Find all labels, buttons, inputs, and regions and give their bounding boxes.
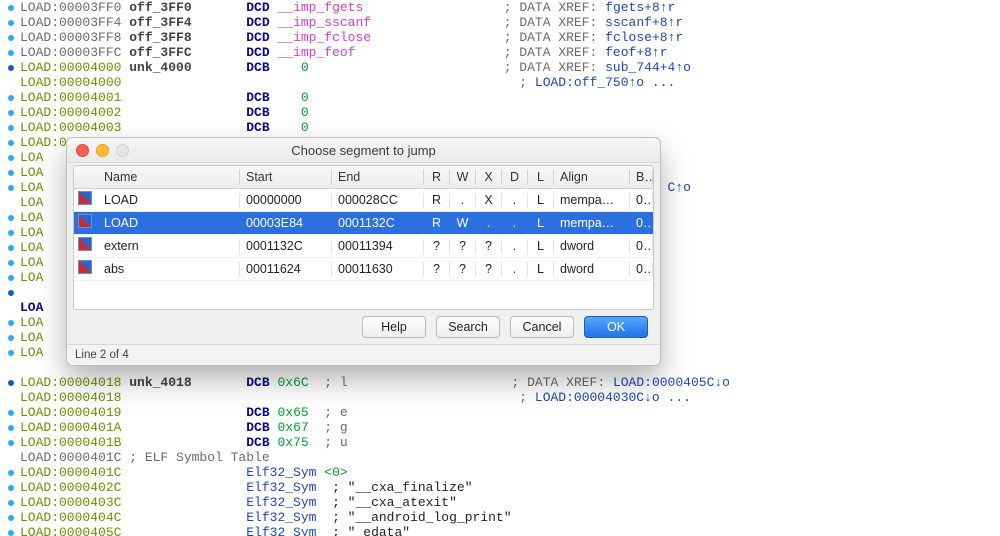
ok-button[interactable]: OK [584,316,648,338]
minimize-icon[interactable] [96,144,109,157]
dialog-buttons: Help Search Cancel OK [73,310,654,344]
table-row[interactable]: LOAD00003E840001132CRW..Lmempa…02 [74,212,653,235]
cancel-button[interactable]: Cancel [510,316,574,338]
close-icon[interactable] [76,144,89,157]
col-x[interactable]: X [476,170,502,185]
choose-segment-dialog: Choose segment to jump Name Start End R … [66,137,661,366]
col-align[interactable]: Align [554,170,630,185]
segment-icon [78,260,92,274]
dialog-title: Choose segment to jump [67,143,660,158]
col-w[interactable]: W [450,170,476,185]
segment-icon [78,191,92,205]
segments-table[interactable]: Name Start End R W X D L Align Bas LOAD0… [73,165,654,310]
segment-icon [78,237,92,251]
col-r[interactable]: R [424,170,450,185]
col-start[interactable]: Start [240,170,332,185]
col-d[interactable]: D [502,170,528,185]
table-row[interactable]: LOAD00000000000028CCR.X.Lmempa…01 [74,189,653,212]
col-end[interactable]: End [332,170,424,185]
col-l[interactable]: L [528,170,554,185]
dialog-status: Line 2 of 4 [67,344,660,365]
col-name[interactable]: Name [98,170,240,185]
table-row[interactable]: extern0001132C00011394???.Ldword03 [74,235,653,258]
help-button[interactable]: Help [362,316,426,338]
dialog-titlebar[interactable]: Choose segment to jump [67,138,660,163]
zoom-icon[interactable] [116,144,129,157]
table-row[interactable]: abs0001162400011630???.Ldword04 [74,258,653,281]
search-button[interactable]: Search [436,316,500,338]
col-bas[interactable]: Bas [630,170,653,185]
segment-icon [78,214,92,228]
table-header[interactable]: Name Start End R W X D L Align Bas [74,166,653,189]
